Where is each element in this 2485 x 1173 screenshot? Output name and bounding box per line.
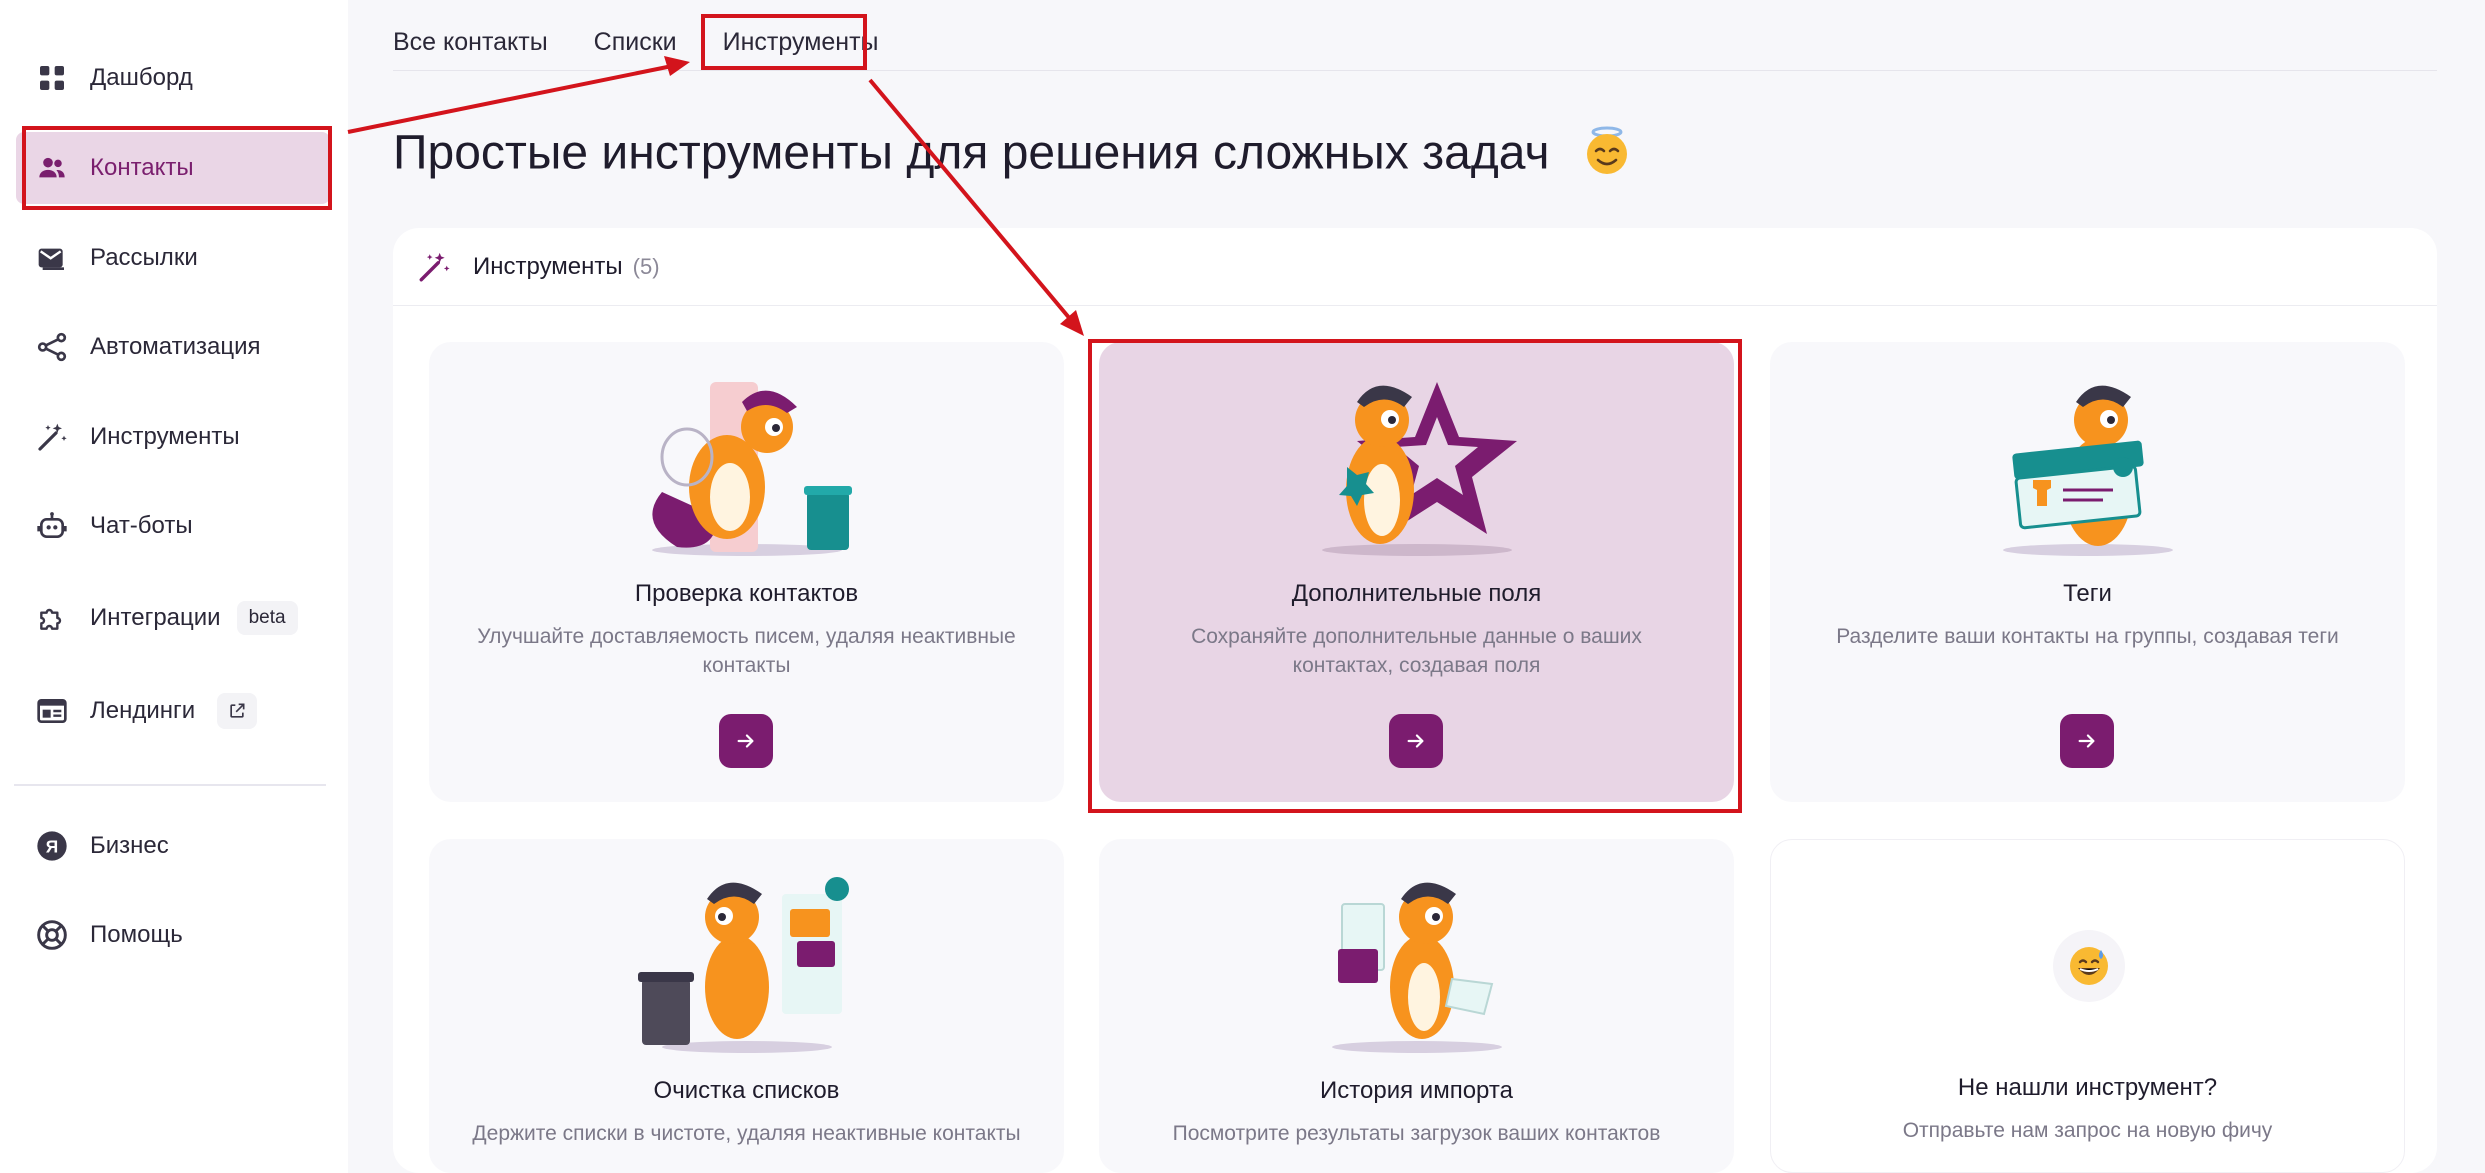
list-cleanup-illustration <box>429 869 1064 1059</box>
open-tool-button[interactable] <box>1389 714 1443 768</box>
landing-icon <box>34 693 70 729</box>
sidebar-item-label: Бизнес <box>90 832 169 859</box>
smiling-face-with-halo-icon <box>1581 124 1633 188</box>
tools-panel-header: Инструменты (5) <box>393 228 2437 306</box>
sidebar-item-label: Рассылки <box>90 244 198 271</box>
sidebar-item-business[interactable]: Я Бизнес <box>16 810 330 882</box>
tab-tools[interactable]: Инструменты <box>723 20 879 65</box>
help-icon <box>34 917 70 953</box>
puzzle-icon <box>34 600 70 636</box>
card-title: Очистка списков <box>653 1077 840 1104</box>
svg-text:Я: Я <box>46 837 58 857</box>
automation-icon <box>34 329 70 365</box>
sidebar-divider <box>14 784 326 786</box>
tool-card-custom-fields[interactable]: Дополнительные поля Сохраняйте дополните… <box>1099 342 1734 802</box>
open-tool-button[interactable] <box>2060 714 2114 768</box>
sidebar-item-label: Автоматизация <box>90 333 261 360</box>
sidebar-item-label: Чат-боты <box>90 512 193 539</box>
tools-panel-title: Инструменты <box>473 252 623 280</box>
sidebar-item-label: Лендинги <box>90 697 196 724</box>
tools-panel: Инструменты (5) Проверка контактов Улучш… <box>393 228 2437 1173</box>
tags-illustration <box>1770 372 2405 562</box>
sidebar-item-automation[interactable]: Автоматизация <box>16 311 330 383</box>
card-title: Проверка контактов <box>634 580 859 607</box>
card-description: Сохраняйте дополнительные данные о ваших… <box>1191 625 1642 677</box>
sidebar-item-label: Инструменты <box>90 423 240 450</box>
beta-badge: beta <box>236 601 298 635</box>
arrow-right-icon <box>1407 734 1424 748</box>
sidebar-item-mailings[interactable]: Рассылки <box>16 222 330 294</box>
robot-icon <box>34 508 70 544</box>
sidebar-item-label: Дашборд <box>90 64 193 91</box>
magic-wand-icon <box>34 419 70 455</box>
custom-fields-illustration <box>1099 372 1734 562</box>
tabs-divider <box>393 70 2437 71</box>
sidebar-item-landings[interactable]: Лендинги <box>16 675 330 747</box>
tab-lists[interactable]: Списки <box>594 20 677 65</box>
sidebar-item-contacts[interactable]: Контакты <box>16 132 330 204</box>
sidebar-item-help[interactable]: Помощь <box>16 899 330 971</box>
card-description: Улучшайте доставляемость писем, удаляя н… <box>477 625 1016 677</box>
card-description: Посмотрите результаты загрузок ваших кон… <box>1172 1122 1661 1145</box>
mail-icon <box>34 240 70 276</box>
open-tool-button[interactable] <box>719 714 773 768</box>
card-title: История импорта <box>1320 1077 1513 1104</box>
tool-card-contact-check[interactable]: Проверка контактов Улучшайте доставляемо… <box>429 342 1064 802</box>
sidebar-item-label: Контакты <box>90 154 194 181</box>
sidebar-item-label: Помощь <box>90 921 183 948</box>
sidebar-item-label: Интеграции <box>90 604 221 631</box>
tool-card-tags[interactable]: Теги Разделите ваши контакты на группы, … <box>1770 342 2405 802</box>
contacts-tabs: Все контакты Списки Инструменты <box>393 20 925 65</box>
card-title: Дополнительные поля <box>1291 580 1542 607</box>
card-description: Держите списки в чистоте, удаляя неактив… <box>472 1122 1021 1145</box>
page-title: Простые инструменты для решения сложных … <box>393 124 1633 188</box>
sidebar-item-chatbots[interactable]: Чат-боты <box>16 490 330 562</box>
tab-all-contacts[interactable]: Все контакты <box>393 20 548 65</box>
card-title: Теги <box>2063 580 2112 607</box>
yandex-business-icon: Я <box>34 828 70 864</box>
arrow-right-icon <box>737 734 754 748</box>
sidebar: Дашборд Контакты Рассылки Автоматизация … <box>0 0 348 1173</box>
sidebar-item-tools[interactable]: Инструменты <box>16 401 330 473</box>
dashboard-icon <box>34 60 70 96</box>
page-title-text: Простые инструменты для решения сложных … <box>393 126 1550 180</box>
grinning-sweat-face-icon <box>2053 930 2125 1002</box>
tool-card-list-cleanup[interactable]: Очистка списков Держите списки в чистоте… <box>429 839 1064 1173</box>
card-description: Отправьте нам запрос на новую фичу <box>1902 1119 2273 1142</box>
tools-count: (5) <box>632 253 660 279</box>
sidebar-item-integrations[interactable]: Интеграции beta <box>16 582 330 654</box>
arrow-right-icon <box>2078 734 2095 748</box>
tool-card-request-feature[interactable]: Не нашли инструмент? Отправьте нам запро… <box>1770 839 2405 1173</box>
card-description: Разделите ваши контакты на группы, созда… <box>1836 625 2339 648</box>
contacts-icon <box>34 150 70 186</box>
card-title: Не нашли инструмент? <box>1957 1074 2218 1101</box>
tool-card-import-history[interactable]: История импорта Посмотрите результаты за… <box>1099 839 1734 1173</box>
contact-check-illustration <box>429 372 1064 562</box>
import-history-illustration <box>1099 869 1734 1059</box>
sidebar-item-dashboard[interactable]: Дашборд <box>16 42 330 114</box>
magic-wand-icon <box>419 252 450 281</box>
external-link-icon[interactable] <box>217 693 258 729</box>
